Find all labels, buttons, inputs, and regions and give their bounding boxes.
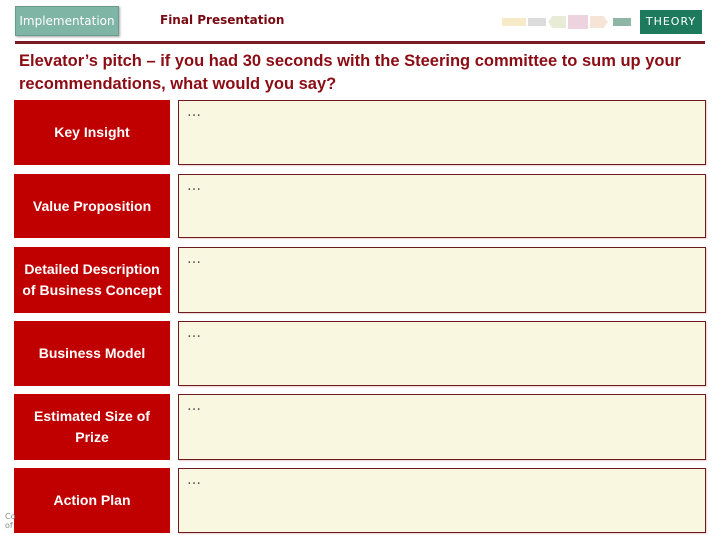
row-content-field[interactable]: … bbox=[178, 394, 706, 460]
row-label: Key Insight bbox=[14, 100, 170, 165]
header-divider bbox=[15, 41, 705, 44]
implementation-tab[interactable]: Implementation bbox=[15, 6, 119, 36]
row-label: Detailed Description of Business Concept bbox=[14, 247, 170, 313]
row-content-field[interactable]: … bbox=[178, 247, 706, 313]
row-content-field[interactable]: … bbox=[178, 468, 706, 533]
placeholder-ellipsis: … bbox=[187, 472, 202, 488]
process-step-6[interactable] bbox=[613, 18, 631, 26]
row-label: Business Model bbox=[14, 321, 170, 386]
pitch-row-size-of-prize: Estimated Size of Prize … bbox=[14, 394, 708, 460]
row-content-field[interactable]: … bbox=[178, 100, 706, 165]
page-title: Elevator’s pitch – if you had 30 seconds… bbox=[19, 52, 681, 93]
row-content-field[interactable]: … bbox=[178, 321, 706, 386]
process-step-1[interactable] bbox=[502, 18, 526, 26]
pitch-row-value-proposition: Value Proposition … bbox=[14, 174, 708, 238]
placeholder-ellipsis: … bbox=[187, 178, 202, 194]
pitch-row-action-plan: Action Plan … bbox=[14, 468, 708, 533]
footer-text-fragment: Co of bbox=[5, 512, 16, 530]
row-label: Estimated Size of Prize bbox=[14, 394, 170, 460]
process-step-2[interactable] bbox=[528, 18, 546, 26]
pitch-row-business-concept: Detailed Description of Business Concept… bbox=[14, 247, 708, 313]
pitch-row-business-model: Business Model … bbox=[14, 321, 708, 386]
page-subtitle: Final Presentation bbox=[160, 13, 285, 27]
pitch-row-key-insight: Key Insight … bbox=[14, 100, 708, 165]
row-label: Action Plan bbox=[14, 468, 170, 533]
process-step-4[interactable] bbox=[568, 15, 588, 29]
placeholder-ellipsis: … bbox=[187, 104, 202, 120]
process-flow-diagram bbox=[502, 15, 631, 29]
placeholder-ellipsis: … bbox=[187, 325, 202, 341]
process-step-5[interactable] bbox=[590, 16, 608, 28]
placeholder-ellipsis: … bbox=[187, 251, 202, 267]
theory-badge: THEORY bbox=[640, 10, 702, 34]
process-step-3[interactable] bbox=[548, 16, 566, 28]
row-label: Value Proposition bbox=[14, 174, 170, 238]
placeholder-ellipsis: … bbox=[187, 398, 202, 414]
row-content-field[interactable]: … bbox=[178, 174, 706, 238]
